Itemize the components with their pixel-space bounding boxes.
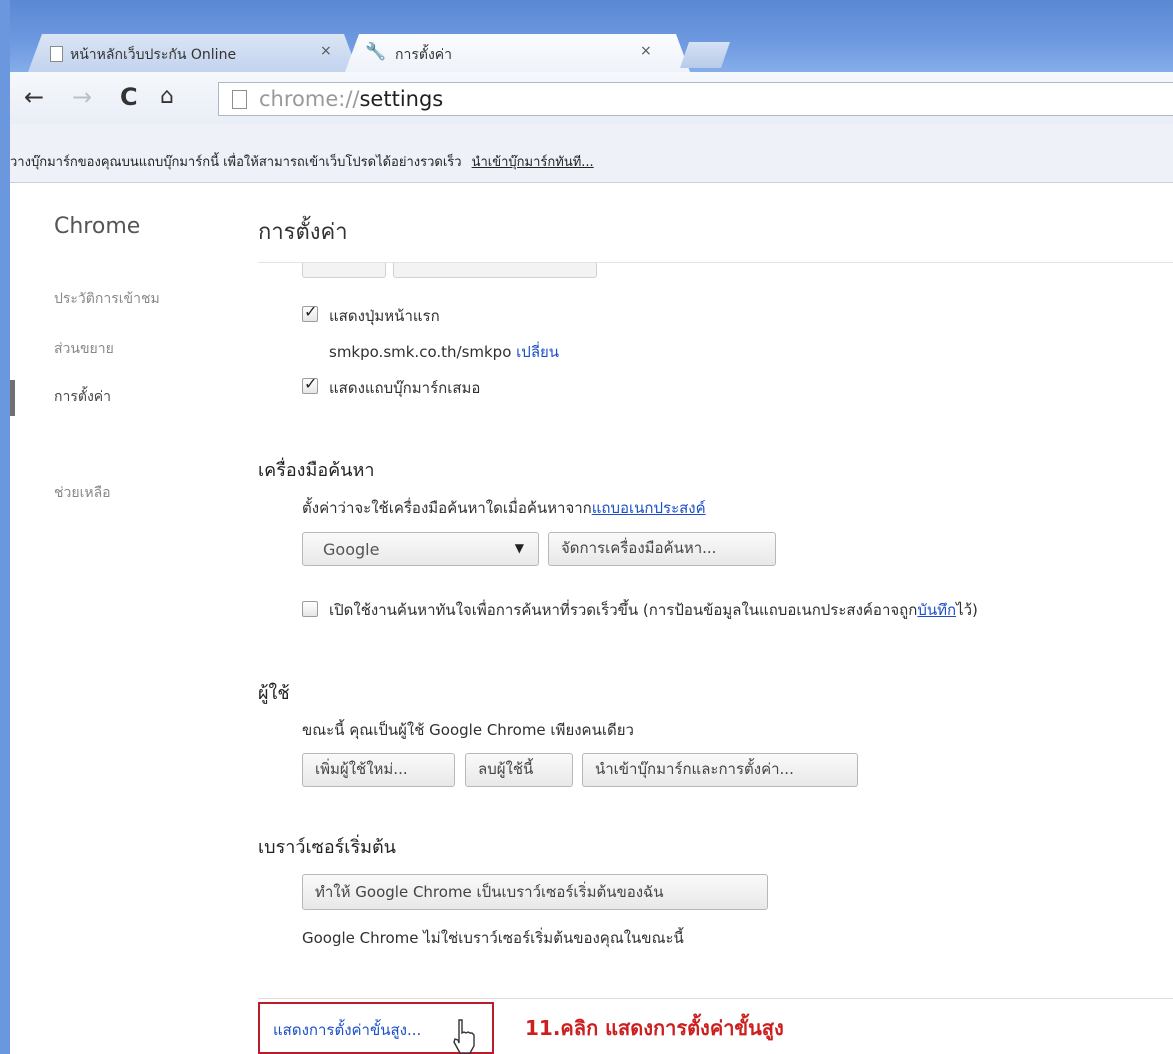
default-browser-section-title: เบราว์เซอร์เริ่มต้น (258, 837, 396, 858)
show-home-button-label: แสดงปุ่มหน้าแรก (329, 307, 440, 325)
hand-cursor-icon (453, 1019, 475, 1054)
search-description: ตั้งค่าว่าจะใช้เครื่องมือค้นหาใดเมื่อค้น… (302, 499, 706, 517)
delete-user-button[interactable]: ลบผู้ใช้นี้ (465, 753, 573, 787)
url-text: chrome://settings (259, 87, 444, 111)
search-engine-value: Google (323, 540, 380, 559)
change-home-link[interactable]: เปลี่ยน (516, 343, 559, 361)
home-page-url: smkpo.smk.co.th/smkpo เปลี่ยน (329, 343, 560, 361)
active-nav-indicator (10, 380, 15, 416)
scrolled-button (302, 263, 386, 278)
sidebar-item-settings[interactable]: การตั้งค่า (54, 386, 111, 408)
instant-search-label: เปิดใช้งานค้นหาทันใจเพื่อการค้นหาที่รวดเ… (329, 601, 978, 619)
scrolled-button (393, 263, 597, 278)
sidebar-title: Chrome (54, 214, 141, 239)
tab-close-icon[interactable]: × (640, 43, 652, 59)
import-bookmarks-link[interactable]: นำเข้าบุ๊กมาร์กทันที... (472, 155, 594, 170)
show-bookmarks-bar-checkbox[interactable]: ✓ (302, 374, 318, 394)
tab-title: หน้าหลักเว็บประกัน Online (70, 47, 237, 63)
make-default-browser-button[interactable]: ทำให้ Google Chrome เป็นเบราว์เซอร์เริ่ม… (302, 874, 768, 910)
tab-settings[interactable]: 🔧 การตั้งค่า × (345, 34, 690, 72)
users-description: ขณะนี้ คุณเป็นผู้ใช้ Google Chrome เพียง… (302, 721, 634, 739)
import-bookmarks-settings-button[interactable]: นำเข้าบุ๊กมาร์กและการตั้งค่า... (582, 753, 858, 787)
search-engine-select[interactable]: Google ▼ (302, 532, 539, 566)
default-browser-status: Google Chrome ไม่ใช่เบราว์เซอร์เริ่มต้นข… (302, 929, 684, 947)
tab-title: การตั้งค่า (395, 47, 453, 63)
omnibox-link[interactable]: แถบอเนกประสงค์ (592, 499, 706, 517)
show-advanced-settings-link[interactable]: แสดงการตั้งค่าขั้นสูง... (273, 1018, 421, 1042)
page-icon (232, 90, 247, 109)
sidebar-item-history[interactable]: ประวัติการเข้าชม (54, 288, 160, 310)
omnibox[interactable]: chrome://settings (218, 82, 1173, 116)
browser-window: หน้าหลักเว็บประกัน Online × 🔧 การตั้งค่า… (0, 0, 1173, 1054)
annotation-instruction: 11.คลิก แสดงการตั้งค่าขั้นสูง (525, 1016, 784, 1040)
bookmark-bar: วางบุ๊กมาร์กของคุณบนแถบบุ๊กมาร์กนี้ เพื่… (10, 124, 1173, 183)
reload-icon[interactable]: C (120, 84, 138, 110)
dropdown-arrow-icon: ▼ (514, 541, 524, 555)
search-section-title: เครื่องมือค้นหา (258, 460, 375, 481)
page-title: การตั้งค่า (258, 220, 348, 245)
show-home-button-checkbox[interactable]: ✓ (302, 302, 318, 322)
check-icon: ✓ (304, 302, 318, 321)
bookmark-bar-message: วางบุ๊กมาร์กของคุณบนแถบบุ๊กมาร์กนี้ เพื่… (10, 155, 594, 170)
sidebar-item-help[interactable]: ช่วยเหลือ (54, 482, 111, 504)
back-icon[interactable]: ← (24, 84, 44, 110)
add-user-button[interactable]: เพิ่มผู้ใช้ใหม่... (302, 753, 455, 787)
forward-icon[interactable]: → (72, 84, 92, 110)
tab-close-icon[interactable]: × (320, 43, 332, 59)
footer-divider (258, 998, 1173, 999)
instant-search-checkbox[interactable] (302, 601, 318, 617)
window-border (0, 0, 10, 1054)
page-icon (50, 46, 63, 62)
manage-search-engines-button[interactable]: จัดการเครื่องมือค้นหา... (548, 532, 776, 566)
toolbar: ← → C ⌂ chrome://settings (10, 72, 1173, 124)
check-icon: ✓ (304, 374, 318, 393)
home-icon[interactable]: ⌂ (160, 84, 174, 110)
show-bookmarks-bar-label: แสดงแถบบุ๊กมาร์กเสมอ (329, 379, 481, 397)
instant-log-link[interactable]: บันทึก (917, 601, 956, 619)
wrench-icon: 🔧 (365, 42, 387, 62)
tab-home-insurance[interactable]: หน้าหลักเว็บประกัน Online × (28, 34, 358, 72)
sidebar-item-extensions[interactable]: ส่วนขยาย (54, 338, 114, 360)
users-section-title: ผู้ใช้ (258, 683, 290, 704)
